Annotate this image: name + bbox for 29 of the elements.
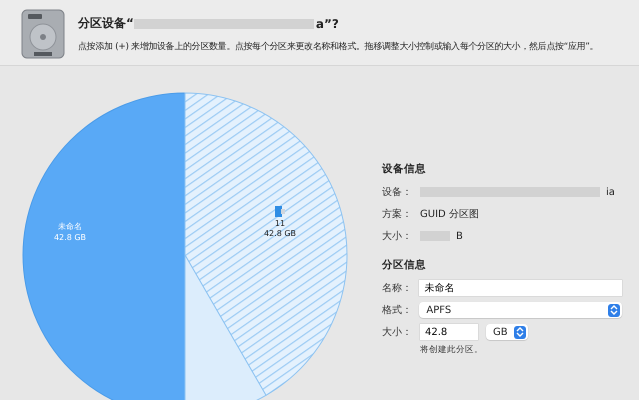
slice-size: 42.8 GB (264, 229, 296, 238)
name-field[interactable]: 未命名 (419, 280, 622, 296)
dialog-description: 点按添加 (+) 来增加设备上的分区数量。点按每个分区来更改名称和格式。拖移调整大小控制或输入每个分区的大小，然后点按“应用”。 (78, 40, 598, 53)
stepper-icon (608, 304, 620, 316)
slice-size: 42.8 GB (54, 233, 86, 242)
field-value: B (456, 230, 463, 242)
unit-dropdown[interactable]: GB (486, 324, 528, 340)
hard-drive-icon (20, 8, 66, 60)
section-heading: 分区信息 (382, 258, 427, 272)
field-value: GUID 分区图 (420, 208, 479, 221)
slice-name: 11 (274, 219, 286, 228)
field-label: 大小： (382, 230, 413, 243)
dialog-title: 分区设备“ (78, 15, 134, 32)
slice-name: 未命名 (58, 221, 82, 232)
pie-slice[interactable] (184, 92, 348, 400)
stepper-icon (514, 326, 526, 338)
dialog-title: a”? (316, 16, 339, 30)
format-dropdown[interactable]: APFS (419, 302, 622, 318)
pie-slice[interactable] (22, 92, 186, 400)
field-label: 设备： (382, 186, 413, 199)
field-value: ia (606, 186, 615, 198)
field-label: 大小： (382, 326, 413, 339)
field-label: 名称： (382, 282, 413, 295)
volume-icon (274, 206, 286, 218)
hint-text: 将创建此分区。 (420, 344, 484, 356)
section-heading: 设备信息 (382, 162, 427, 176)
field-label: 方案： (382, 208, 413, 221)
field-label: 格式： (382, 304, 413, 317)
size-field[interactable]: 42.8 (420, 324, 478, 340)
